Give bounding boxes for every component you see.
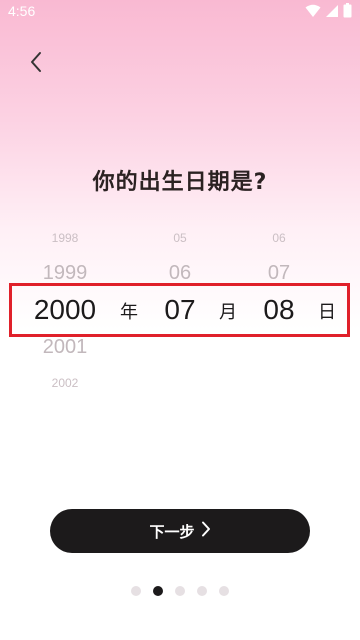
- day-selected[interactable]: 08: [229, 294, 329, 326]
- next-button[interactable]: 下一步: [50, 509, 310, 553]
- month-option[interactable]: 06: [130, 262, 230, 285]
- month-selected[interactable]: 07: [130, 294, 230, 326]
- page-dot[interactable]: [197, 586, 207, 596]
- cellular-signal-icon: [325, 3, 339, 22]
- chevron-right-icon: [201, 521, 211, 541]
- year-option[interactable]: 1998: [15, 231, 115, 245]
- pagination-dots: [0, 586, 360, 596]
- month-option[interactable]: 05: [130, 231, 230, 245]
- year-option[interactable]: 2002: [15, 376, 115, 390]
- chevron-left-icon: [29, 51, 43, 77]
- status-time: 4:56: [8, 3, 36, 19]
- back-button[interactable]: [20, 48, 52, 80]
- year-option[interactable]: 2001: [15, 336, 115, 359]
- page-dot[interactable]: [219, 586, 229, 596]
- year-option[interactable]: 1999: [15, 262, 115, 285]
- day-option[interactable]: 06: [229, 231, 329, 245]
- date-picker: 1998 1999 2000 2001 2002 年 05 06 07 月 06…: [0, 222, 360, 402]
- wifi-icon: [305, 3, 321, 22]
- day-unit-label: 日: [318, 302, 336, 323]
- page-dot-active[interactable]: [153, 586, 163, 596]
- day-option[interactable]: 07: [229, 262, 329, 285]
- year-selected[interactable]: 2000: [15, 294, 115, 326]
- battery-icon: [343, 2, 352, 22]
- page-dot[interactable]: [175, 586, 185, 596]
- status-bar: 4:56: [0, 0, 360, 24]
- page-title: 你的出生日期是?: [92, 170, 268, 195]
- status-icons: [305, 2, 352, 22]
- next-button-label: 下一步: [149, 522, 195, 541]
- page-dot[interactable]: [131, 586, 141, 596]
